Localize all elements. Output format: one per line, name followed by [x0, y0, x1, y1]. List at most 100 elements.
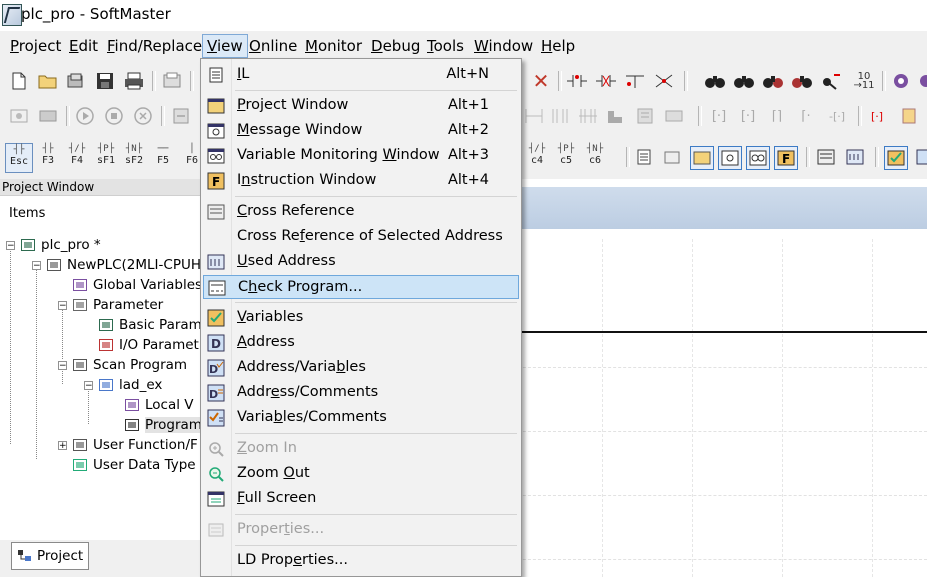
collapse-icon[interactable]: −: [6, 240, 15, 250]
menu-window[interactable]: Window: [474, 37, 533, 55]
register-view-icon[interactable]: [661, 146, 683, 168]
variable-monitor-toggle-icon[interactable]: [746, 146, 770, 170]
find-device-icon[interactable]: [820, 70, 842, 92]
tree-item-plc-pro[interactable]: − plc_pro *: [6, 236, 101, 254]
tree-item-label: Global Variables: [93, 277, 203, 293]
find-next-icon[interactable]: [733, 70, 755, 92]
view-menu-il[interactable]: IL Alt+N: [203, 63, 519, 87]
write-plc-icon[interactable]: [170, 105, 192, 127]
connect-icon[interactable]: [8, 105, 30, 127]
view-menu-used-address[interactable]: Used Address: [203, 250, 519, 274]
menu-edit[interactable]: Edit: [69, 37, 98, 55]
used-address-toolbar-icon[interactable]: [844, 146, 866, 168]
expand-icon[interactable]: +: [58, 440, 67, 450]
tree-item-local-v[interactable]: Local V: [110, 396, 194, 414]
print-preview-icon[interactable]: [161, 70, 183, 92]
monitor-icon-2[interactable]: [·]: [737, 105, 759, 127]
ladder-edit-icon-2[interactable]: [549, 105, 571, 127]
pause-icon[interactable]: [132, 105, 154, 127]
notes-icon[interactable]: [898, 105, 920, 127]
menu-debug[interactable]: Debug: [371, 37, 420, 55]
stop-icon[interactable]: [103, 105, 125, 127]
tree-item-i-o-paramet[interactable]: I/O Paramet: [84, 336, 199, 354]
replace-icon[interactable]: [762, 70, 784, 92]
monitor-icon-5[interactable]: -[·]: [826, 105, 848, 127]
toolbar-separator: [684, 71, 688, 91]
tree-item-lad-ex[interactable]: − lad_ex: [84, 376, 162, 394]
tree-item-user-function-f[interactable]: + User Function/F: [58, 436, 198, 454]
message-window-toggle-icon[interactable]: [718, 146, 742, 170]
view-menu-ld-properties[interactable]: LD Properties...: [203, 549, 519, 573]
cross-reference-toolbar-icon[interactable]: [815, 146, 837, 168]
view-menu-cross-reference-of-selected-address[interactable]: Cross Reference of Selected Address: [203, 225, 519, 249]
collapse-icon[interactable]: −: [58, 300, 67, 310]
ladder-edit-icon-3[interactable]: [577, 105, 599, 127]
delete-contact-icon[interactable]: [595, 70, 617, 92]
tree-item-scan-program[interactable]: − Scan Program: [58, 356, 187, 374]
view-menu-zoom-out[interactable]: Zoom Out: [203, 462, 519, 486]
tree-item-program[interactable]: Program: [110, 416, 202, 434]
tree-item-basic-param[interactable]: Basic Param: [84, 316, 202, 334]
monitor-icon-3[interactable]: ⌈⌉: [766, 105, 788, 127]
find-icon[interactable]: [704, 70, 726, 92]
address-view-toggle-icon[interactable]: [912, 146, 927, 168]
view-menu-variables[interactable]: Variables: [203, 306, 519, 330]
view-menu-cross-reference[interactable]: Cross Reference: [203, 200, 519, 224]
project-tab[interactable]: Project: [11, 542, 89, 570]
menu-project[interactable]: Project: [10, 37, 61, 55]
open-project-icon[interactable]: [65, 70, 87, 92]
ladder-edit-icon-6[interactable]: [663, 105, 685, 127]
menu-monitor[interactable]: Monitor: [305, 37, 362, 55]
bookmark-next-icon[interactable]: [914, 70, 927, 92]
menu-help[interactable]: Help: [541, 37, 575, 55]
menu-find-replace[interactable]: Find/Replace: [107, 37, 202, 55]
disconnect-icon[interactable]: [37, 105, 59, 127]
bookmark-icon[interactable]: [890, 70, 912, 92]
view-menu-variables-comments[interactable]: Variables/Comments: [203, 406, 519, 430]
ladder-edit-icon-4[interactable]: [605, 105, 627, 127]
ladder-edit-icon-1[interactable]: [523, 105, 545, 127]
print-icon[interactable]: [123, 70, 145, 92]
insert-line-icon[interactable]: [624, 70, 646, 92]
plc-icon: [46, 257, 62, 273]
project-window-toggle-icon[interactable]: [690, 146, 714, 170]
monitor-icon-4[interactable]: ⌈·: [795, 105, 817, 127]
menu-item-label: Instruction Window: [237, 172, 377, 188]
list-view-icon[interactable]: [633, 146, 655, 168]
view-menu-address-comments[interactable]: D Address/Comments: [203, 381, 519, 405]
menu-tools[interactable]: Tools: [427, 37, 464, 55]
view-menu-variable-monitoring-window[interactable]: Variable Monitoring Window Alt+3: [203, 144, 519, 168]
ladder-edit-icon-5[interactable]: [634, 105, 656, 127]
tree-item-parameter[interactable]: − Parameter: [58, 296, 163, 314]
replace-next-icon[interactable]: [791, 70, 813, 92]
tree-item-newplc-2mli-cpuh[interactable]: − NewPLC(2MLI-CPUH: [32, 256, 201, 274]
new-file-icon[interactable]: [8, 70, 30, 92]
view-menu-message-window[interactable]: Message Window Alt+2: [203, 119, 519, 143]
view-menu-instruction-window[interactable]: F Instruction Window Alt+4: [203, 169, 519, 193]
tree-item-user-data-type[interactable]: User Data Type: [58, 456, 196, 474]
collapse-icon[interactable]: −: [58, 360, 67, 370]
goto-step-icon[interactable]: 10 →11: [851, 70, 877, 92]
view-menu-address-variables[interactable]: D Address/Variables: [203, 356, 519, 380]
variables-view-toggle-icon[interactable]: [884, 146, 908, 170]
view-menu-project-window[interactable]: Project Window Alt+1: [203, 94, 519, 118]
insert-contact-icon[interactable]: [566, 70, 588, 92]
menu-view[interactable]: View: [202, 34, 248, 58]
monitor-icon-1[interactable]: [·]: [708, 105, 730, 127]
run-icon[interactable]: [74, 105, 96, 127]
view-menu-full-screen[interactable]: Full Screen: [203, 487, 519, 511]
instruction-window-toggle-icon[interactable]: F: [774, 146, 798, 170]
toolbar-separator: [558, 71, 562, 91]
menu-online[interactable]: Online: [249, 37, 297, 55]
delete-icon[interactable]: ✕: [530, 69, 552, 93]
view-menu-address[interactable]: D Address: [203, 331, 519, 355]
collapse-icon[interactable]: −: [32, 260, 41, 270]
tree-item-global-variables[interactable]: Global Variables: [58, 276, 202, 294]
bracket-icon[interactable]: [·]: [866, 105, 888, 127]
open-folder-icon[interactable]: [37, 70, 59, 92]
save-icon[interactable]: [94, 70, 116, 92]
delete-line-icon[interactable]: [653, 70, 675, 92]
menu-item-shortcut: Alt+1: [447, 97, 489, 113]
collapse-icon[interactable]: −: [84, 380, 93, 390]
view-menu-check-program[interactable]: Check Program...: [203, 275, 519, 299]
